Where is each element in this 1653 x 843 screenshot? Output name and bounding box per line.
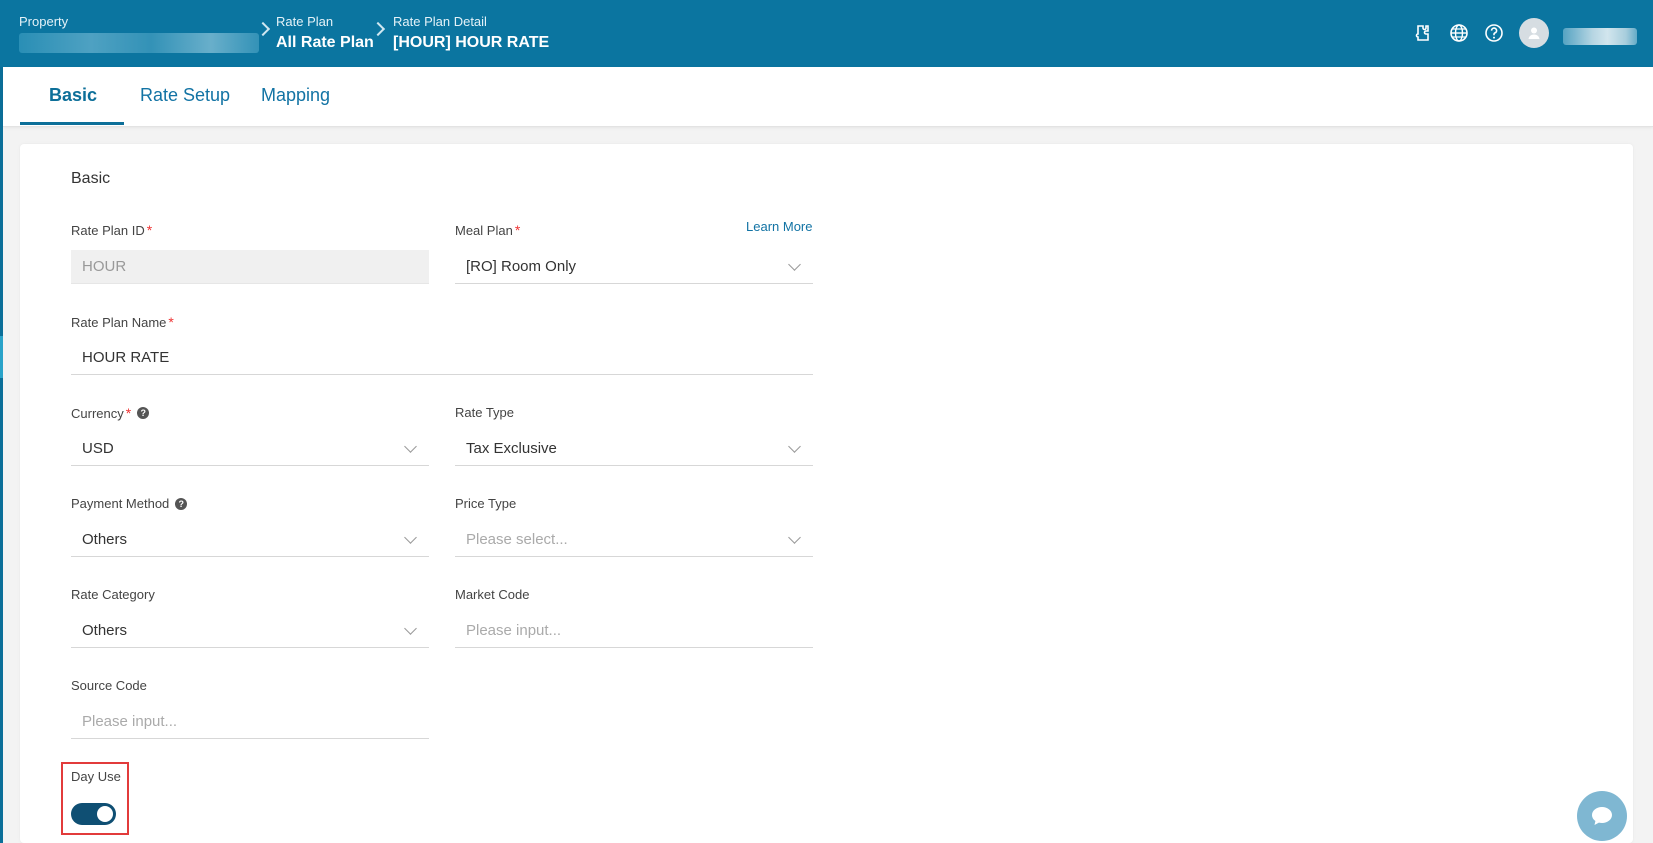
payment-method-value: Others [82,531,128,548]
rate-plan-id-label-text: Rate Plan ID [71,222,145,238]
chat-bubble-icon [1592,807,1612,825]
source-code-label: Source Code [71,678,147,693]
help-circle-icon[interactable]: ? [137,407,150,419]
rate-plan-name-value: HOUR RATE [82,349,170,366]
chevron-down-icon [404,531,417,544]
day-use-label: Day Use [71,769,121,784]
rate-type-value: Tax Exclusive [466,440,557,457]
help-circle-icon[interactable]: ? [175,497,188,510]
property-name-redacted [19,33,259,53]
currency-label: Currency *? [71,405,150,421]
required-asterisk: * [125,405,132,421]
day-use-toggle[interactable] [71,803,116,825]
market-code-placeholder: Please input... [466,622,562,639]
user-name-redacted[interactable] [1563,28,1637,45]
source-code-placeholder: Please input... [82,713,178,730]
price-type-select[interactable]: Please select... [455,523,813,557]
chat-support-button[interactable] [1577,791,1627,841]
section-title: Basic [71,170,111,187]
plugin-icon[interactable] [1410,21,1434,45]
rate-plan-id-value: HOUR [82,258,127,275]
chevron-down-icon [404,622,417,635]
payment-method-select[interactable]: Others [71,523,429,557]
market-code-label: Market Code [455,587,530,602]
rate-category-value: Others [82,622,128,639]
meal-plan-label: Meal Plan * [455,222,520,238]
tab-bar: Basic Rate Setup Mapping [3,67,1653,127]
payment-method-label-text: Payment Method [71,496,170,511]
chevron-down-icon [788,531,801,544]
top-header: Property Rate Plan All Rate Plan Rate Pl… [0,0,1653,67]
tab-mapping[interactable]: Mapping [261,85,330,106]
market-code-input[interactable]: Please input... [455,614,813,648]
help-icon[interactable] [1482,21,1506,45]
rate-plan-crumb-label: Rate Plan [276,14,334,29]
rate-plan-name-input[interactable]: HOUR RATE [71,341,813,375]
globe-icon[interactable] [1447,21,1471,45]
rate-type-select[interactable]: Tax Exclusive [455,432,813,466]
currency-select[interactable]: USD [71,432,429,466]
property-label: Property [19,14,69,29]
payment-method-label: Payment Method? [71,496,188,511]
rate-plan-id-input[interactable]: HOUR [71,250,429,284]
required-asterisk: * [168,314,174,330]
chevron-down-icon [404,440,417,453]
meal-plan-value: [RO] Room Only [466,258,577,275]
currency-value: USD [82,440,114,457]
rate-type-label: Rate Type [455,405,515,420]
rate-plan-detail-label: Rate Plan Detail [393,14,487,29]
chevron-down-icon [788,440,801,453]
rate-plan-id-label: Rate Plan ID * [71,222,152,238]
price-type-placeholder: Please select... [466,531,568,548]
source-code-input[interactable]: Please input... [71,705,429,739]
active-tab-indicator [20,122,124,125]
rate-plan-name-label-text: Rate Plan Name [71,314,167,330]
rate-plan-detail-value: [HOUR] HOUR RATE [393,34,550,51]
tab-rate-setup[interactable]: Rate Setup [140,85,230,106]
required-asterisk: * [514,222,521,238]
rate-plan-crumb-value: All Rate Plan [276,34,374,51]
rate-category-select[interactable]: Others [71,614,429,648]
currency-label-text: Currency [71,405,124,421]
left-strip-marker [0,336,3,378]
chevron-down-icon [788,258,801,271]
meal-plan-select[interactable]: [RO] Room Only [455,250,813,284]
tab-basic[interactable]: Basic [49,85,97,106]
price-type-label: Price Type [455,496,517,511]
toggle-knob [97,806,113,822]
rate-plan-name-label: Rate Plan Name * [71,314,174,330]
required-asterisk: * [146,222,153,238]
user-avatar-icon[interactable] [1519,18,1549,48]
meal-plan-label-text: Meal Plan [455,222,513,238]
learn-more-link[interactable]: Learn More [746,219,812,234]
rate-category-label: Rate Category [71,587,155,602]
